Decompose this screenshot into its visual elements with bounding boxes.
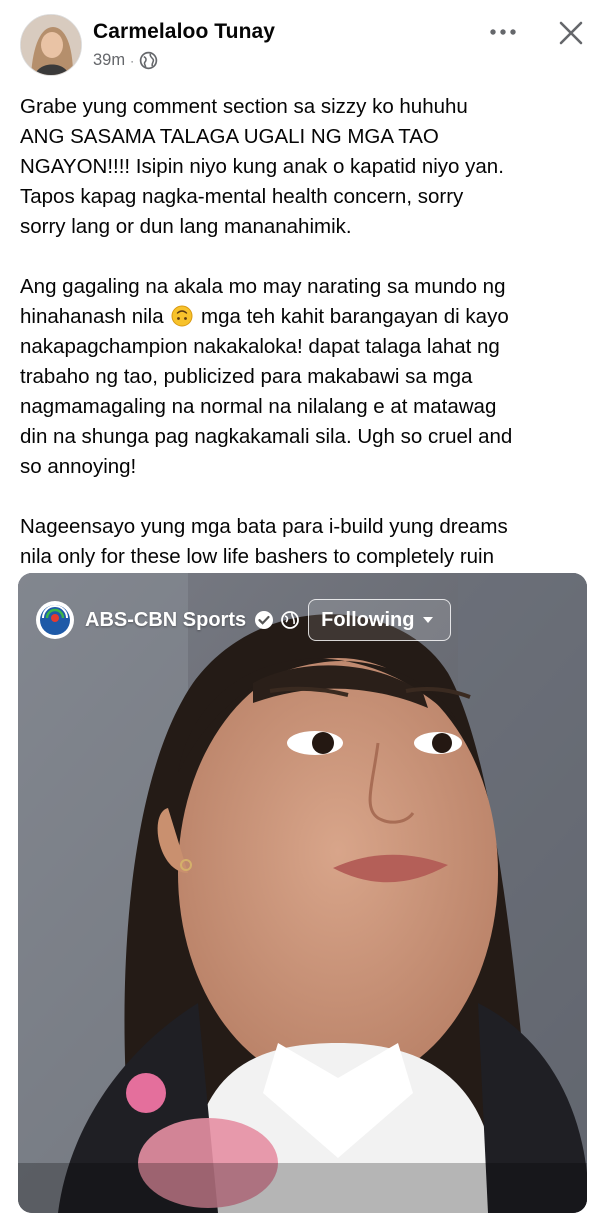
- meta-separator: ·: [130, 53, 135, 68]
- page-name[interactable]: ABS-CBN Sports: [85, 609, 246, 632]
- more-options-icon[interactable]: [488, 22, 522, 42]
- post-body: Grabe yung comment section sa sizzy ko h…: [20, 92, 590, 602]
- post-header: Carmelaloo Tunay 39m ·: [0, 0, 606, 90]
- post-paragraph-2: Ang gagaling na akala mo may narating sa…: [20, 272, 590, 482]
- globe-icon[interactable]: [139, 51, 158, 70]
- abs-cbn-logo[interactable]: [36, 601, 74, 639]
- close-icon[interactable]: [556, 18, 586, 48]
- verified-badge-icon: [255, 611, 274, 629]
- caret-down-icon: [423, 617, 434, 623]
- upside-down-face-emoji-icon: [171, 305, 193, 327]
- post-time[interactable]: 39m: [93, 51, 125, 70]
- following-label: Following: [321, 608, 415, 631]
- shared-video[interactable]: ABS-CBN Sports Following: [18, 573, 587, 1213]
- post-meta: 39m ·: [93, 51, 158, 70]
- video-thumbnail: [18, 573, 587, 1213]
- author-name[interactable]: Carmelaloo Tunay: [93, 20, 275, 44]
- video-page-bar: ABS-CBN Sports Following: [36, 599, 452, 641]
- following-button[interactable]: Following: [308, 599, 452, 641]
- post-paragraph-2-end: mga teh kahit barangayan di kayo nakapag…: [20, 305, 513, 478]
- globe-icon: [281, 611, 300, 629]
- author-avatar[interactable]: [20, 14, 82, 76]
- post-paragraph-1: Grabe yung comment section sa sizzy ko h…: [20, 95, 504, 238]
